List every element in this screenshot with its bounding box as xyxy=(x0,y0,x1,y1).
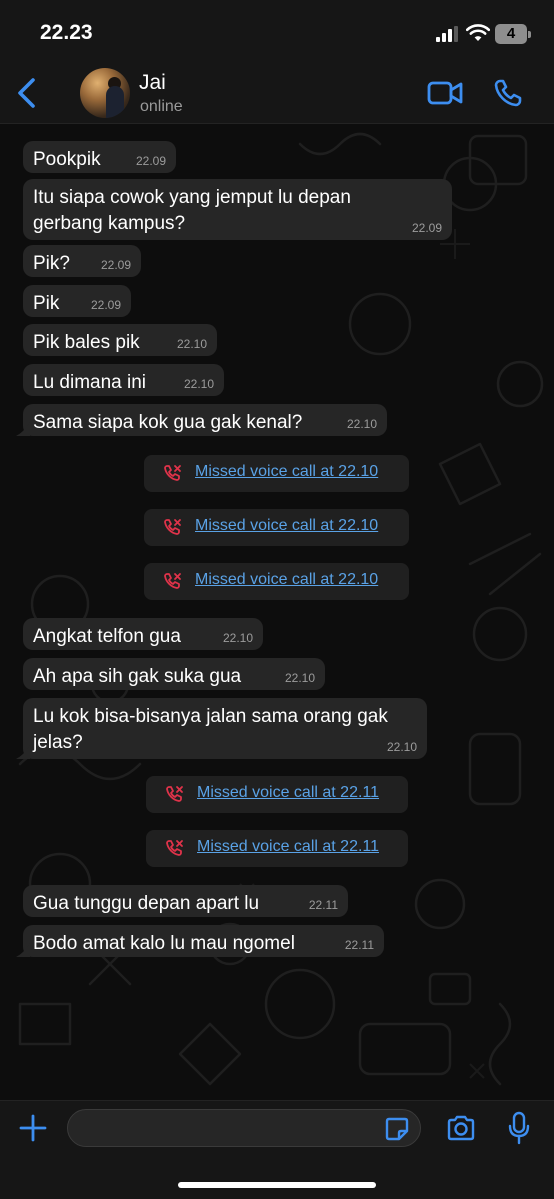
message-time: 22.09 xyxy=(411,221,442,235)
missed-call-notice[interactable]: Missed voice call at 22.10 xyxy=(144,455,409,492)
message-bubble[interactable]: Pik? 22.09 xyxy=(23,245,141,277)
message-bubble[interactable]: Angkat telfon gua 22.10 xyxy=(23,618,263,650)
missed-call-link[interactable]: Missed voice call at 22.10 xyxy=(195,463,378,481)
back-chevron-icon[interactable] xyxy=(12,76,42,110)
message-text: Pookpik xyxy=(33,149,101,170)
message-time: 22.10 xyxy=(183,377,214,391)
message-text: Gua tunggu depan apart lu xyxy=(33,893,260,914)
message-bubble[interactable]: Lu kok bisa-bisanya jalan sama orang gak… xyxy=(16,698,427,759)
message-text: Pik? xyxy=(33,253,70,274)
message-text: Pik bales pik xyxy=(33,332,140,353)
message-time: 22.09 xyxy=(135,154,166,168)
message-time: 22.09 xyxy=(90,298,121,312)
missed-call-icon xyxy=(164,519,181,535)
video-camera-icon[interactable] xyxy=(427,80,463,106)
wifi-icon xyxy=(466,24,490,41)
message-time: 22.09 xyxy=(100,258,131,272)
bubble-tail xyxy=(16,943,30,957)
missed-call-link[interactable]: Missed voice call at 22.11 xyxy=(197,838,379,856)
chat-header: Jai online xyxy=(0,62,554,124)
plus-icon[interactable] xyxy=(18,1113,48,1143)
chat-area: Pookpik 22.09 Itu siapa cowok yang jempu… xyxy=(0,124,554,1100)
missed-call-notice[interactable]: Missed voice call at 22.11 xyxy=(146,830,408,867)
missed-call-icon xyxy=(164,573,181,589)
missed-call-link[interactable]: Missed voice call at 22.10 xyxy=(195,571,378,589)
message-bubble[interactable]: Pookpik 22.09 xyxy=(23,141,176,173)
message-time: 22.10 xyxy=(222,631,253,645)
message-time: 22.11 xyxy=(344,938,374,952)
missed-call-icon xyxy=(164,465,181,481)
missed-call-notice[interactable]: Missed voice call at 22.10 xyxy=(144,563,409,600)
missed-call-link[interactable]: Missed voice call at 22.10 xyxy=(195,517,378,535)
message-bubble[interactable]: Gua tunggu depan apart lu 22.11 xyxy=(23,885,348,917)
camera-icon[interactable] xyxy=(446,1115,476,1141)
message-bubble[interactable]: Lu dimana ini 22.10 xyxy=(23,364,224,396)
message-bubble[interactable]: Pik 22.09 xyxy=(23,285,131,317)
message-time: 22.11 xyxy=(308,898,338,912)
message-text: Sama siapa kok gua gak kenal? xyxy=(33,412,303,433)
message-time: 22.10 xyxy=(176,337,207,351)
message-bubble[interactable]: Itu siapa cowok yang jemput lu depan ger… xyxy=(23,179,452,240)
bubble-tail xyxy=(16,745,30,759)
battery-indicator: 4 xyxy=(495,24,531,44)
message-time: 22.10 xyxy=(386,740,417,754)
message-bubble[interactable]: Bodo amat kalo lu mau ngomel 22.11 xyxy=(16,925,384,957)
microphone-icon[interactable] xyxy=(508,1111,530,1145)
avatar-figure xyxy=(106,86,124,118)
status-time: 22.23 xyxy=(40,21,93,44)
contact-name[interactable]: Jai xyxy=(139,71,166,95)
message-bubble[interactable]: Ah apa sih gak suka gua 22.10 xyxy=(23,658,325,690)
home-indicator xyxy=(178,1182,376,1188)
sticker-icon[interactable] xyxy=(385,1117,409,1141)
message-text: Ah apa sih gak suka gua xyxy=(33,666,242,687)
message-bubble[interactable]: Sama siapa kok gua gak kenal? 22.10 xyxy=(16,404,387,436)
message-text: Pik xyxy=(33,293,60,314)
status-bar: 22.23 4 xyxy=(0,0,554,62)
message-bubble[interactable]: Pik bales pik 22.10 xyxy=(23,324,217,356)
missed-call-link[interactable]: Missed voice call at 22.11 xyxy=(197,784,379,802)
message-text: Bodo amat kalo lu mau ngomel xyxy=(33,933,295,954)
message-text: Angkat telfon gua xyxy=(33,626,181,647)
battery-tip xyxy=(528,31,531,38)
phone-icon[interactable] xyxy=(493,78,523,108)
battery-level: 4 xyxy=(506,25,516,42)
bubble-tail xyxy=(16,422,30,436)
missed-call-notice[interactable]: Missed voice call at 22.11 xyxy=(146,776,408,813)
contact-status: online xyxy=(140,98,183,115)
message-time: 22.10 xyxy=(346,417,377,431)
missed-call-icon xyxy=(166,786,183,802)
cellular-signal-icon xyxy=(436,26,458,42)
avatar[interactable] xyxy=(80,68,130,118)
message-time: 22.10 xyxy=(284,671,315,685)
message-text: Itu siapa cowok yang jemput lu depan ger… xyxy=(33,187,351,234)
input-bar xyxy=(0,1100,554,1199)
missed-call-icon xyxy=(166,840,183,856)
message-text: Lu kok bisa-bisanya jalan sama orang gak… xyxy=(33,706,388,753)
message-input[interactable] xyxy=(67,1109,421,1147)
missed-call-notice[interactable]: Missed voice call at 22.10 xyxy=(144,509,409,546)
message-text: Lu dimana ini xyxy=(33,372,147,393)
